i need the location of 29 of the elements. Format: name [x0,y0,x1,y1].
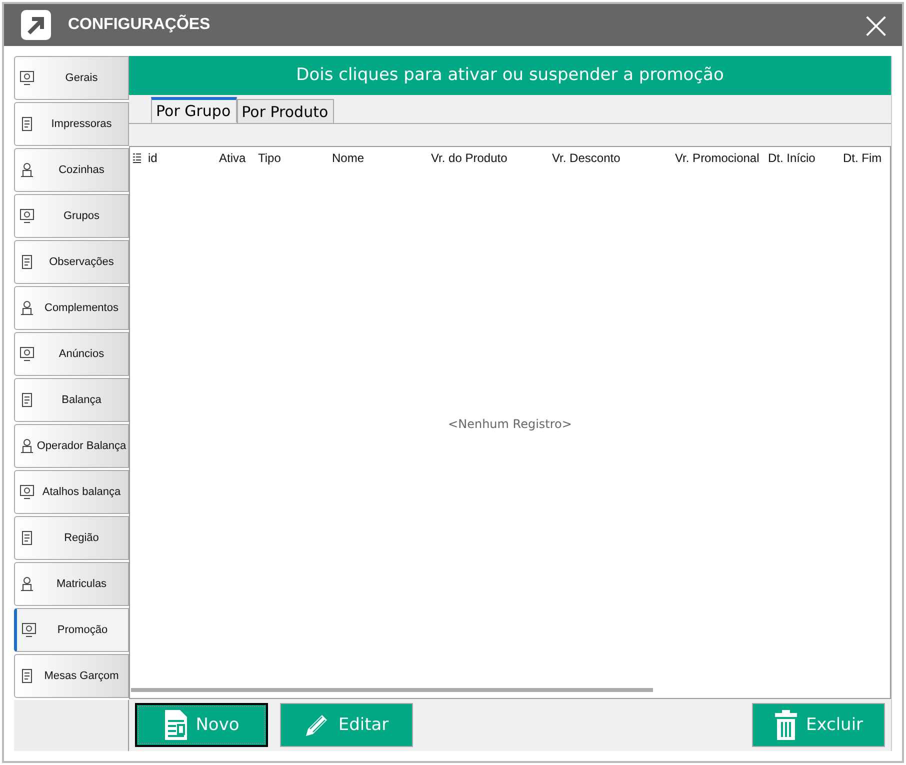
banner: Dois cliques para ativar ou suspender a promoção [129,56,891,95]
sidebar-item[interactable]: Impressoras [14,102,129,146]
tab[interactable]: Por Produto [236,99,334,123]
sidebar-item[interactable]: Balança [14,378,129,422]
sidebar-item[interactable]: Complementos [14,286,129,330]
close-button[interactable]: × [850,7,902,43]
sidebar-item[interactable]: Cozinhas [14,148,129,192]
column-header[interactable]: Nome [329,151,428,165]
column-header[interactable]: id [145,151,216,165]
column-header[interactable]: Tipo [255,151,329,165]
window-title: CONFIGURAÇÕES [68,16,212,34]
sidebar-item[interactable]: Grupos [14,194,129,238]
sidebar-item[interactable]: Mesas Garçom [14,654,129,698]
sidebar-item[interactable]: Promoção [14,608,129,652]
column-header[interactable]: Vr. do Produto [428,151,549,165]
column-header[interactable]: Vr. Promocional [672,151,765,165]
column-header[interactable]: Ativa [216,151,255,165]
tab[interactable]: Por Grupo [151,97,237,123]
column-header[interactable]: Dt. Início [765,151,840,165]
sidebar-item[interactable]: Operador Balança [14,424,129,468]
sidebar-item[interactable]: Matriculas [14,562,129,606]
sidebar-item[interactable]: Região [14,516,129,560]
sidebar-item[interactable]: Anúncios [14,332,129,376]
sidebar-item[interactable]: Observações [14,240,129,284]
empty-message: <Nenhum Registro> [448,416,572,430]
column-header[interactable]: Dt. Fim [840,151,890,165]
sidebar-item[interactable]: Atalhos balança [14,470,129,514]
sidebar-item[interactable]: Gerais [14,56,129,100]
column-header[interactable]: Vr. Desconto [549,151,672,165]
